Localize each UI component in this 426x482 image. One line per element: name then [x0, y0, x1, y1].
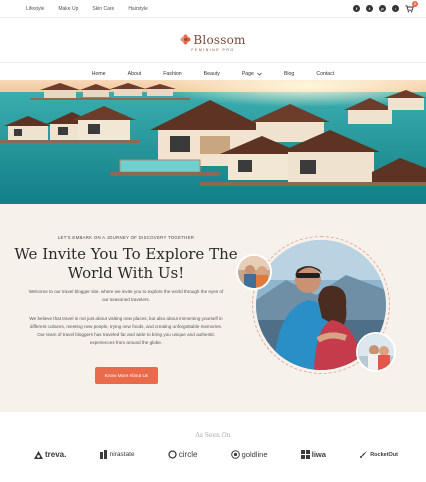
logo-name: Blossom [193, 32, 246, 47]
brand-circle-name: circle [178, 450, 198, 459]
nav-blog[interactable]: Blog [284, 71, 294, 77]
nav-fashion[interactable]: Fashion [163, 71, 181, 77]
top-links: Lifestyle Make Up Skin Care Hairstyle [26, 6, 148, 12]
cart-icon[interactable]: 0 [405, 0, 418, 13]
hero-image [0, 80, 426, 204]
nav-home[interactable]: Home [92, 71, 106, 77]
tiktok-icon[interactable]: ♪ [392, 5, 399, 12]
nav-page: Page [241, 70, 254, 77]
brand-liwa[interactable]: liwa [300, 450, 326, 459]
nav-page-dropdown[interactable]: Page [242, 71, 262, 77]
brand-circle[interactable]: circle [168, 450, 198, 459]
logo-tagline: FEMININE PRO [191, 47, 235, 52]
top-link-hairstyle[interactable]: Hairstyle [128, 6, 147, 12]
brand-treva[interactable]: treva. [34, 450, 66, 459]
intro-headline: We Invite You To Explore The World With … [14, 245, 238, 282]
brand-nirastate[interactable]: nirastate [99, 450, 135, 459]
cart-count-badge: 0 [412, 0, 418, 7]
twitter-icon[interactable]: t [366, 5, 373, 12]
top-link-skin-care[interactable]: Skin Care [92, 6, 114, 12]
brand-goldline[interactable]: goldline [230, 450, 268, 459]
social-icons: f t p ♪ 0 [353, 0, 418, 13]
goldline-logo-icon [230, 450, 240, 459]
facebook-icon[interactable]: f [353, 5, 360, 12]
intro-paragraph-1: Welcome to our travel blogger site, wher… [28, 289, 224, 302]
small-photo-top [236, 254, 272, 290]
chevron-down-icon [257, 72, 262, 76]
nav-about[interactable]: About [128, 71, 142, 77]
pinterest-icon[interactable]: p [379, 5, 386, 12]
top-link-make-up[interactable]: Make Up [58, 6, 78, 12]
as-seen-on-label: As Seen On [195, 432, 231, 439]
brand-nirastate-name: nirastate [109, 451, 135, 458]
small-photo-bottom [356, 332, 396, 372]
brand-liwa-name: liwa [311, 450, 326, 459]
top-bar: Lifestyle Make Up Skin Care Hairstyle f … [0, 0, 426, 18]
nirastate-logo-icon [99, 450, 107, 459]
nav-beauty[interactable]: Beauty [204, 71, 220, 77]
know-more-button[interactable]: Know More About Us [95, 367, 158, 384]
site-logo[interactable]: Blossom FEMININE PRO [0, 22, 426, 62]
circle-logo-icon [168, 450, 177, 459]
brand-logos: treva. nirastate circle goldline liwa Ro… [34, 450, 398, 459]
nav-contact[interactable]: Contact [316, 71, 334, 77]
brand-rocketout[interactable]: RocketOut [359, 450, 398, 459]
brand-rocketout-name: RocketOut [370, 451, 398, 458]
top-link-lifestyle[interactable]: Lifestyle [26, 6, 44, 12]
brand-goldline-name: goldline [241, 450, 268, 459]
treva-logo-icon [34, 450, 43, 459]
liwa-logo-icon [300, 450, 310, 459]
as-seen-on-section: As Seen On treva. nirastate circle goldl… [0, 412, 426, 482]
intro-paragraph-2: We believe that travel is not just about… [29, 316, 223, 345]
intro-eyebrow: LET'S EMBARK ON A JOURNEY OF DISCOVERY T… [57, 235, 195, 240]
brand-treva-name: treva. [45, 450, 67, 459]
flower-logo-icon [180, 34, 191, 45]
rocketout-logo-icon [360, 451, 368, 458]
